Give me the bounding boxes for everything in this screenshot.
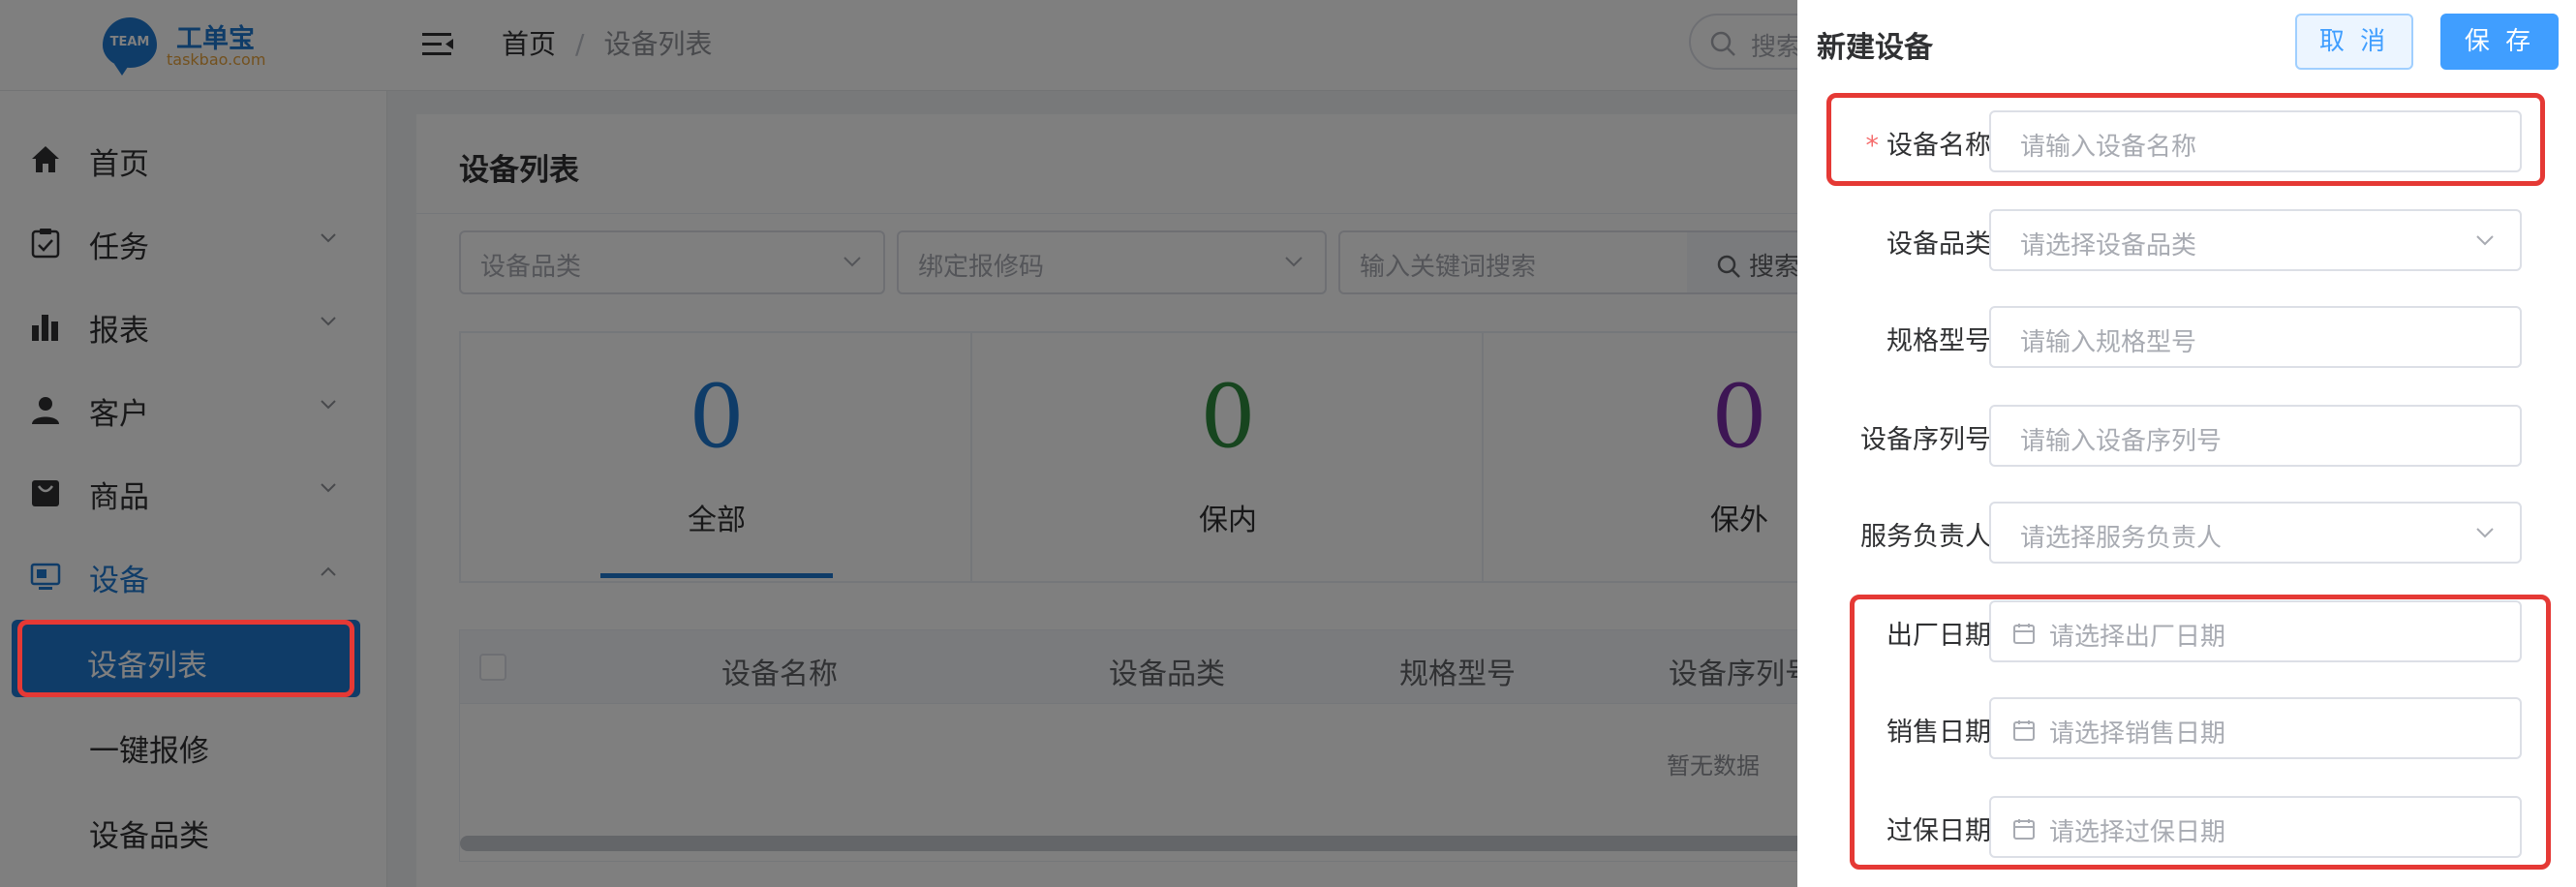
drawer-title: 新建设备	[1817, 31, 1933, 65]
chevron-down-icon	[2476, 528, 2494, 538]
field-label: 规格型号	[1886, 326, 1991, 356]
serial-number-input[interactable]: 请输入设备序列号	[1989, 405, 2522, 467]
save-button[interactable]: 保 存	[2440, 14, 2559, 70]
form-row-model: 规格型号 请输入规格型号	[1797, 306, 2576, 372]
model-input[interactable]: 请输入规格型号	[1989, 306, 2522, 368]
field-label: 设备品类	[1886, 229, 1991, 260]
device-category-select[interactable]: 请选择设备品类	[1989, 209, 2522, 271]
service-owner-placeholder: 请选择服务负责人	[2020, 524, 2223, 553]
form-row-device-category: 设备品类 请选择设备品类	[1797, 209, 2576, 275]
cancel-button[interactable]: 取 消	[2295, 14, 2413, 70]
model-placeholder: 请输入规格型号	[2020, 328, 2197, 357]
highlight-box-device-name	[1826, 93, 2545, 186]
form-row-serial-number: 设备序列号 请输入设备序列号	[1797, 405, 2576, 471]
highlight-box-device-list	[17, 620, 354, 697]
field-label: 服务负责人	[1860, 522, 1991, 552]
device-category-placeholder: 请选择设备品类	[2020, 231, 2197, 260]
form-row-service-owner: 服务负责人 请选择服务负责人	[1797, 502, 2576, 567]
chevron-down-icon	[2476, 235, 2494, 246]
serial-number-placeholder: 请输入设备序列号	[2020, 427, 2223, 456]
field-label: 设备序列号	[1860, 425, 1991, 455]
highlight-box-date-fields	[1850, 595, 2551, 870]
service-owner-select[interactable]: 请选择服务负责人	[1989, 502, 2522, 564]
